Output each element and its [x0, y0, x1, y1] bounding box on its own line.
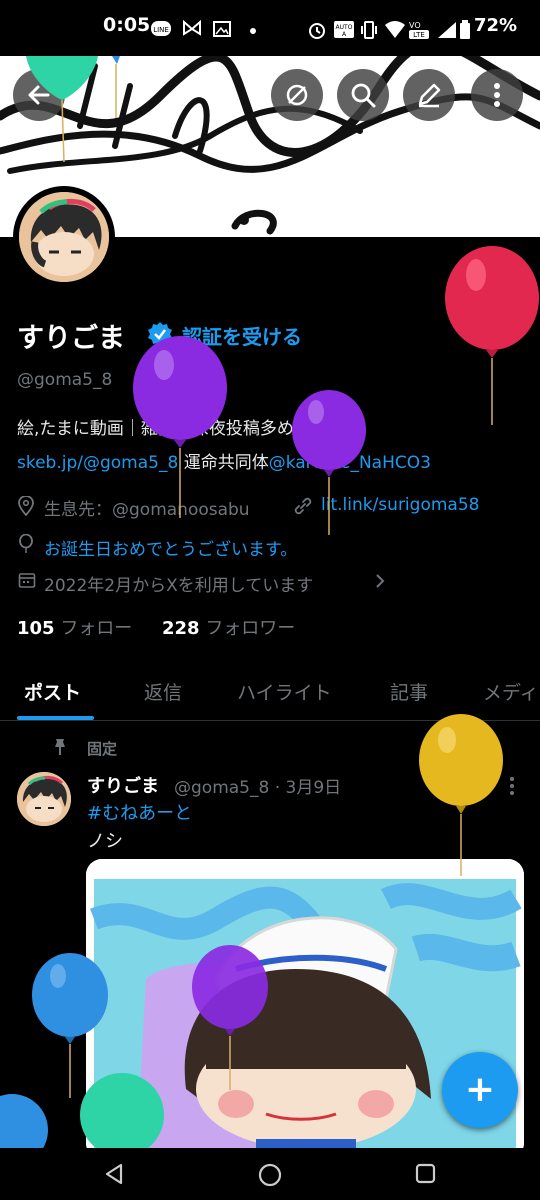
- plus-icon: +: [464, 1069, 496, 1110]
- battery-icon: [460, 20, 470, 39]
- balloon-gold: [419, 714, 503, 876]
- status-bar: 0:05 LINE AUTO A VO LTE 72%: [0, 0, 540, 56]
- verified-badge-icon: [148, 322, 172, 346]
- volte-icon: VOLTE: [409, 21, 429, 39]
- profile-avatar[interactable]: [13, 186, 115, 288]
- bio-text: 運命共同体: [178, 453, 269, 473]
- alarm-icon: [309, 23, 325, 39]
- butterfly-icon: [183, 20, 201, 36]
- gallery-icon: [213, 21, 231, 37]
- following-count: 105: [17, 618, 55, 639]
- avatar-image: [19, 192, 109, 282]
- tweet-meta: @goma5_8 · 3月9日: [174, 778, 342, 798]
- line-icon: LINE: [151, 21, 171, 36]
- chevron-right-icon[interactable]: [374, 573, 386, 589]
- profile-website-link[interactable]: lit.link/surigoma58: [321, 495, 479, 515]
- back-triangle-icon[interactable]: [103, 1162, 125, 1186]
- svg-text:VO: VO: [409, 21, 421, 30]
- system-nav-bar: [0, 1148, 540, 1200]
- svg-text:LINE: LINE: [153, 26, 169, 34]
- followers-label: フォロワー: [205, 618, 296, 639]
- more-button[interactable]: [471, 69, 523, 121]
- share-icon: [286, 84, 308, 106]
- tab-articles[interactable]: 記事: [390, 678, 428, 705]
- pin-icon: [55, 739, 65, 755]
- svg-text:AUTO: AUTO: [336, 24, 353, 31]
- compose-post-button[interactable]: +: [442, 1052, 518, 1128]
- location-icon: [18, 496, 34, 516]
- tweet-author-avatar[interactable]: [17, 772, 71, 826]
- search-button[interactable]: [337, 69, 389, 121]
- tweet-hashtag[interactable]: #むねあーと: [87, 799, 192, 825]
- edit-icon: [418, 83, 441, 108]
- profile-name: すりごま: [17, 323, 125, 354]
- edit-button[interactable]: [403, 69, 455, 121]
- link-icon: [294, 497, 312, 515]
- pinned-label: 固定: [87, 740, 118, 758]
- balloon-red: [445, 246, 539, 425]
- tweet-text: ノシ: [87, 831, 123, 852]
- auto-brightness-icon: AUTOA: [334, 21, 354, 38]
- followers-stat[interactable]: 228 フォロワー: [162, 614, 295, 640]
- more-icon: [494, 83, 500, 107]
- status-time: 0:05: [103, 14, 151, 36]
- vibrate-icon: [361, 21, 377, 39]
- tab-highlights[interactable]: ハイライト: [237, 678, 332, 705]
- back-icon: [28, 85, 50, 105]
- battery-percentage: 72%: [474, 15, 518, 36]
- tab-media[interactable]: メディ: [483, 678, 539, 705]
- calendar-icon: [18, 573, 36, 588]
- balloon-icon: [19, 534, 33, 553]
- bio-line-1: 絵,たまに動画｜雑多｜深夜投稿多め skeb：: [17, 419, 356, 439]
- dot-icon: [250, 28, 256, 34]
- tabs-divider: [0, 720, 540, 721]
- following-label: フォロー: [60, 618, 133, 639]
- search-icon: [351, 83, 376, 108]
- svg-text:LTE: LTE: [413, 31, 425, 39]
- share-button[interactable]: [271, 69, 323, 121]
- tab-posts[interactable]: ポスト: [24, 678, 81, 705]
- wifi-icon: [385, 21, 405, 38]
- skeb-link[interactable]: skeb.jp/@goma5_8: [17, 453, 178, 473]
- signal-icon: [438, 22, 456, 38]
- tweet-more-icon[interactable]: [508, 776, 516, 796]
- back-button[interactable]: [13, 69, 65, 121]
- profile-handle: @goma5_8: [17, 370, 113, 390]
- tweet-author-name[interactable]: すりごま: [87, 772, 159, 798]
- following-stat[interactable]: 105 フォロー: [17, 614, 132, 640]
- profile-location: 生息先：@gomanoosabu: [44, 500, 250, 520]
- followers-count: 228: [162, 618, 200, 639]
- recents-square-icon[interactable]: [414, 1162, 438, 1186]
- birthday-message: お誕生日おめでとうございます。: [44, 540, 298, 560]
- partner-mention-link[interactable]: @karume_NaHCO3: [269, 453, 431, 473]
- tab-replies[interactable]: 返信: [144, 678, 182, 705]
- get-verified-link[interactable]: 認証を受ける: [182, 321, 302, 350]
- home-circle-icon[interactable]: [257, 1162, 283, 1188]
- joined-date[interactable]: 2022年2月からXを利用しています: [44, 571, 313, 596]
- bio-line-2: skeb.jp/@goma5_8 運命共同体@karume_NaHCO3: [17, 448, 431, 473]
